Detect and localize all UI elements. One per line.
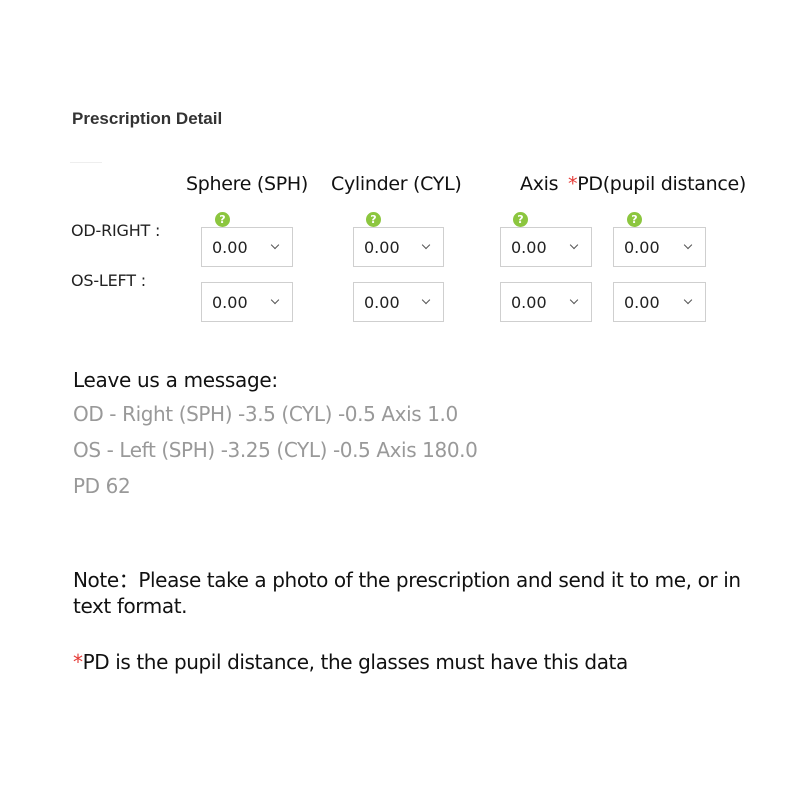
chevron-down-icon (683, 295, 693, 305)
od-pd-select[interactable]: 0.00 (613, 227, 706, 267)
column-header-cyl: Cylinder (CYL) (331, 173, 462, 195)
od-pd-value: 0.00 (624, 238, 660, 257)
column-header-axis: Axis (520, 173, 559, 195)
title-divider (70, 162, 102, 163)
od-cyl-value: 0.00 (364, 238, 400, 257)
column-header-pd: *PD(pupil distance) (568, 173, 746, 195)
os-cyl-value: 0.00 (364, 293, 400, 312)
column-header-sph: Sphere (SPH) (186, 173, 309, 195)
chevron-down-icon (421, 295, 431, 305)
chevron-down-icon (569, 295, 579, 305)
chevron-down-icon (569, 240, 579, 250)
required-asterisk: * (73, 650, 83, 674)
os-pd-select[interactable]: 0.00 (613, 282, 706, 322)
od-sph-value: 0.00 (212, 238, 248, 257)
question-circle-icon[interactable]: ? (366, 212, 381, 227)
pd-note: *PD is the pupil distance, the glasses m… (73, 650, 628, 674)
os-sph-value: 0.00 (212, 293, 248, 312)
question-circle-icon[interactable]: ? (627, 212, 642, 227)
message-label: Leave us a message: (73, 368, 278, 392)
os-cyl-select[interactable]: 0.00 (353, 282, 444, 322)
chevron-down-icon (421, 240, 431, 250)
od-axis-select[interactable]: 0.00 (500, 227, 592, 267)
column-header-pd-label: PD(pupil distance) (577, 173, 746, 195)
os-axis-select[interactable]: 0.00 (500, 282, 592, 322)
chevron-down-icon (683, 240, 693, 250)
os-pd-value: 0.00 (624, 293, 660, 312)
os-axis-value: 0.00 (511, 293, 547, 312)
od-axis-value: 0.00 (511, 238, 547, 257)
page-title: Prescription Detail (72, 109, 223, 128)
row-label-od-right: OD-RIGHT : (71, 221, 161, 240)
chevron-down-icon (270, 295, 280, 305)
question-circle-icon[interactable]: ? (513, 212, 528, 227)
message-line: PD 62 (73, 474, 131, 498)
od-cyl-select[interactable]: 0.00 (353, 227, 444, 267)
chevron-down-icon (270, 240, 280, 250)
row-label-os-left: OS-LEFT : (71, 271, 146, 290)
photo-note: Note：Please take a photo of the prescrip… (73, 568, 741, 618)
os-sph-select[interactable]: 0.00 (201, 282, 293, 322)
od-sph-select[interactable]: 0.00 (201, 227, 293, 267)
question-circle-icon[interactable]: ? (215, 212, 230, 227)
pd-note-text: PD is the pupil distance, the glasses mu… (82, 650, 629, 674)
required-asterisk: * (568, 173, 578, 195)
message-line: OD - Right (SPH) -3.5 (CYL) -0.5 Axis 1.… (73, 402, 458, 426)
message-line: OS - Left (SPH) -3.25 (CYL) -0.5 Axis 18… (73, 438, 478, 462)
